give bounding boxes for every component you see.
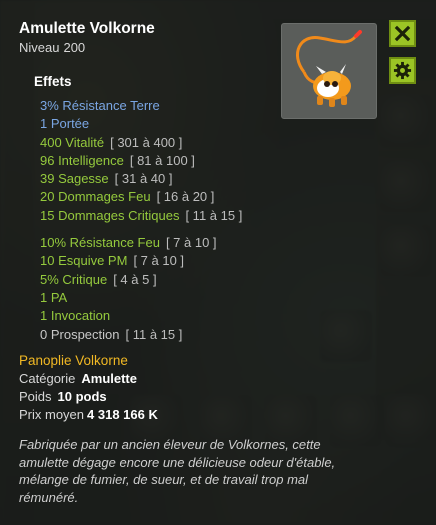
effect-line: 1 Portée	[40, 115, 242, 133]
settings-button[interactable]	[389, 57, 416, 84]
weight-row: Poids 10 pods	[19, 388, 158, 406]
effect-range: [ 11 à 15 ]	[185, 207, 243, 223]
close-button[interactable]	[389, 20, 416, 47]
effect-line: 1 Invocation	[40, 307, 242, 325]
item-image	[281, 23, 377, 119]
gear-icon	[393, 61, 412, 80]
effect-text: 20 Dommages Feu	[40, 189, 151, 205]
item-tooltip: Amulette Volkorne Niveau 200 Effets 3% R…	[0, 0, 436, 525]
price-row: Prix moyen 4 318 166 K	[19, 406, 158, 424]
item-description: Fabriquée par un ancien éleveur de Volko…	[19, 437, 336, 505]
item-level-label: Niveau	[19, 40, 60, 55]
weight-value: 10 pods	[57, 389, 107, 404]
item-level: Niveau 200	[19, 40, 85, 55]
effect-text: 3% Résistance Terre	[40, 98, 160, 113]
effect-range: [ 4 à 5 ]	[113, 271, 157, 287]
effect-text: 1 PA	[40, 289, 68, 305]
effects-title: Effets	[34, 74, 72, 89]
set-name-link[interactable]: Panoplie Volkorne	[19, 352, 158, 370]
effect-range: [ 301 à 400 ]	[110, 134, 183, 150]
effect-text: 1 Invocation	[40, 308, 111, 324]
effect-text: 96 Intelligence	[40, 152, 124, 168]
item-info: Panoplie Volkorne Catégorie Amulette Poid…	[19, 352, 158, 424]
effect-line: 3% Résistance Terre	[40, 97, 242, 115]
effect-text: 1 Portée	[40, 116, 90, 132]
effect-text: 400 Vitalité	[40, 134, 105, 150]
effect-text: 0 Prospection	[40, 326, 120, 342]
effect-line: 20 Dommages Feu [ 16 à 20 ]	[40, 188, 242, 206]
effect-range: [ 16 à 20 ]	[156, 189, 215, 205]
effect-text: 10 Esquive PM	[40, 253, 128, 269]
effect-range: [ 7 à 10 ]	[133, 253, 185, 269]
price-value: 4 318 166 K	[87, 407, 158, 422]
effect-line: 10% Résistance Feu [ 7 à 10 ]	[40, 234, 242, 252]
effect-text: 10% Résistance Feu	[40, 235, 160, 251]
weight-label: Poids	[19, 389, 52, 404]
effect-line: 96 Intelligence [ 81 à 100 ]	[40, 152, 242, 170]
effect-range: [ 81 à 100 ]	[129, 152, 195, 168]
category-label: Catégorie	[19, 371, 76, 386]
category-value: Amulette	[81, 371, 137, 386]
effect-text: 15 Dommages Critiques	[40, 207, 180, 223]
effect-line: 15 Dommages Critiques [ 11 à 15 ]	[40, 207, 242, 225]
effects-list: 3% Résistance Terre 1 Portée 400 Vitalité […	[40, 97, 242, 344]
effect-line: 5% Critique [ 4 à 5 ]	[40, 271, 242, 289]
effect-text: 39 Sagesse	[40, 171, 109, 187]
effect-line: 10 Esquive PM [ 7 à 10 ]	[40, 252, 242, 270]
category-row: Catégorie Amulette	[19, 370, 158, 388]
close-icon	[394, 25, 411, 42]
amulet-icon	[295, 30, 362, 107]
effect-range: [ 7 à 10 ]	[165, 235, 217, 251]
effect-text: 5% Critique	[40, 271, 108, 287]
effect-line: 39 Sagesse [ 31 à 40 ]	[40, 170, 242, 188]
effect-range: [ 11 à 15 ]	[125, 326, 183, 342]
effect-range: [ 31 à 40 ]	[114, 171, 173, 187]
effect-line: 400 Vitalité [ 301 à 400 ]	[40, 134, 242, 152]
item-level-value: 200	[63, 40, 86, 55]
effect-line: 1 PA	[40, 289, 242, 307]
effect-line: 0 Prospection [ 11 à 15 ]	[40, 326, 242, 344]
price-label: Prix moyen	[19, 407, 85, 422]
item-name: Amulette Volkorne	[19, 20, 155, 37]
